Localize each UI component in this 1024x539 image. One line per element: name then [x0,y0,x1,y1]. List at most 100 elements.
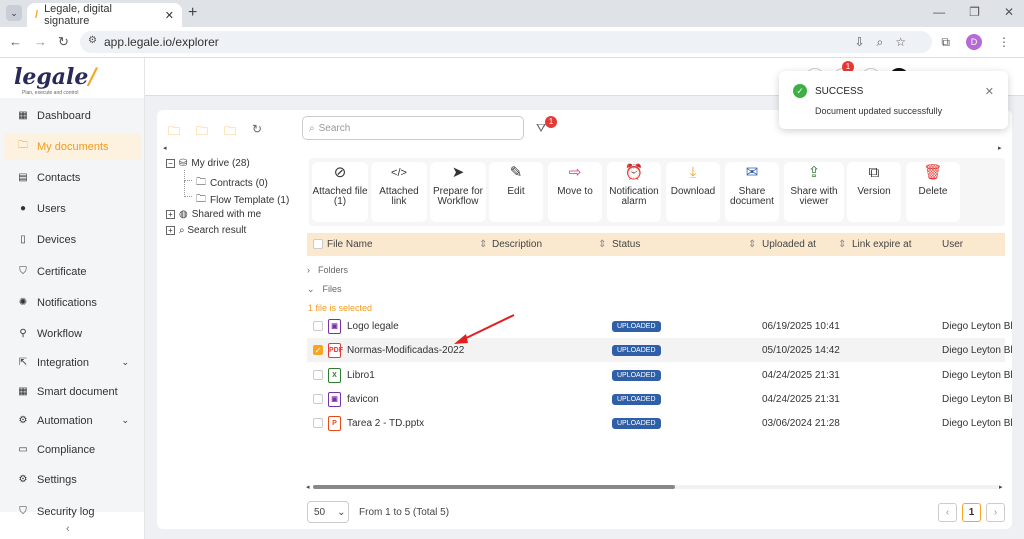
sidebar-item-security-log[interactable]: ⛉ Security log [4,498,141,525]
share-with-viewer-button[interactable]: ⇪ Share with viewer [784,162,844,222]
extensions-icon[interactable]: ⧉ [941,35,950,50]
collapse-sidebar-icon[interactable]: ‹ [66,523,70,535]
folders-group[interactable]: › Folders [307,265,348,275]
row-checkbox[interactable] [313,321,323,331]
scroll-right-icon[interactable]: ▸ [998,144,1002,152]
tab-search-icon[interactable]: ⌄ [6,5,22,21]
file-name[interactable]: Tarea 2 - TD.pptx [347,418,424,429]
scroll-left-icon[interactable]: ◂ [306,483,310,491]
table-row[interactable]: ▣ favicon UPLOADED 04/24/2025 21:31 Diego Le… [307,387,1013,411]
chevron-right-icon: › [307,265,310,275]
settings-icon: ⚙ [18,474,28,485]
tree-contracts[interactable]: 🗀 Contracts (0) [196,175,268,192]
sidebar-item-certificate[interactable]: ⛉ Certificate [4,258,141,285]
upload-folder-icon[interactable]: 🗀 [196,122,208,143]
download-button[interactable]: ⤓ Download [666,162,720,222]
edit-icon: ✎ [509,164,523,181]
attached-file-1-button[interactable]: ⊘ Attached file (1) [312,162,368,222]
page-size-select[interactable]: 50 ⌄ [307,501,349,523]
sidebar-item-users[interactable]: ● Users [4,195,141,222]
tree-search-result[interactable]: + ⌕ Search result [166,225,246,236]
scroll-left-icon[interactable]: ◂ [163,144,167,152]
sidebar-item-contacts[interactable]: ▤ Contacts [4,164,141,191]
uploaded-at: 04/24/2025 21:31 [762,369,840,381]
table-row[interactable]: ✓ PDF Normas-Modificadas-2022 UPLOADED 05/10… [307,338,1013,362]
table-row[interactable]: P Tarea 2 - TD.pptx UPLOADED 03/06/2024 21:… [307,411,1013,435]
file-name[interactable]: favicon [347,394,379,405]
edit-button[interactable]: ✎ Edit [489,162,543,222]
sidebar-item-notifications[interactable]: ✺ Notifications [4,289,141,316]
row-checkbox[interactable]: ✓ [313,345,323,355]
uploaded-at: 03/06/2024 21:28 [762,417,840,429]
restore-icon[interactable]: ❐ [969,5,980,19]
sidebar-item-my-documents[interactable]: 🗀 My documents [4,133,141,160]
prev-page-button[interactable]: ‹ [938,503,957,522]
profile-avatar[interactable]: D [966,34,982,50]
sidebar-item-settings[interactable]: ⚙ Settings [4,466,141,493]
file-name[interactable]: Libro1 [347,370,375,381]
col-link-expire[interactable]: Link expire at [852,239,911,250]
legale-logo[interactable]: legale/ [14,64,96,90]
row-checkbox[interactable] [313,394,323,404]
close-toast-icon[interactable]: ✕ [985,85,994,98]
tree-shared-with-me[interactable]: + ◍ Shared with me [166,209,261,220]
next-page-button[interactable]: › [986,503,1005,522]
sidebar-item-smart-document[interactable]: ▦ Smart document [4,378,141,405]
files-group[interactable]: ⌄ Files [307,284,342,295]
minimize-icon[interactable]: — [933,5,945,19]
horizontal-scrollbar-thumb[interactable] [313,485,675,489]
select-all-checkbox[interactable] [313,239,323,249]
back-icon[interactable]: ← [9,34,22,49]
sidebar-item-devices[interactable]: ▯ Devices [4,226,141,253]
row-checkbox[interactable] [313,418,323,428]
folder-icon[interactable]: 🗀 [224,122,236,143]
sidebar-item-integration[interactable]: ⇱ Integration ⌄ [4,349,141,376]
share-document-button[interactable]: ✉ Share document [725,162,779,222]
prepare-for-workflow-button[interactable]: ➤ Prepare for Workflow [430,162,486,222]
new-folder-icon[interactable]: 🗀 [168,122,180,143]
forward-icon[interactable]: → [34,34,47,49]
browser-menu-icon[interactable]: ⋮ [998,35,1010,49]
row-checkbox[interactable] [313,370,323,380]
install-app-icon[interactable]: ⇩ [854,35,864,50]
url-bar[interactable]: app.legale.io/explorer [80,31,932,53]
table-row[interactable]: ▣ Logo legale UPLOADED 06/19/2025 10:41 Dieg… [307,314,1013,338]
file-name[interactable]: Normas-Modificadas-2022 [347,345,464,356]
tree-flow-template[interactable]: 🗀 Flow Template (1) [196,192,289,209]
sidebar-item-dashboard[interactable]: ▦ Dashboard [4,102,141,129]
browser-tab[interactable]: / Legale, digital signature ✕ [27,3,182,27]
col-description[interactable]: Description [492,239,542,250]
refresh-icon[interactable]: ↻ [252,122,262,143]
zoom-icon[interactable]: ⌕ [877,35,884,50]
col-status[interactable]: Status [612,239,640,250]
attached-link-button[interactable]: </> Attached link [371,162,427,222]
sidebar-item-automation[interactable]: ⚙ Automation ⌄ [4,407,141,434]
sidebar-item-compliance[interactable]: ▭ Compliance [4,436,141,463]
sort-icon[interactable]: ⇕ [748,239,756,250]
close-tab-icon[interactable]: ✕ [165,9,174,22]
col-uploaded-at[interactable]: Uploaded at [762,239,816,250]
close-window-icon[interactable]: ✕ [1004,5,1014,19]
scroll-right-icon[interactable]: ▸ [999,483,1003,491]
table-row[interactable]: X Libro1 UPLOADED 04/24/2025 21:31 Diego Ley… [307,363,1013,387]
file-name[interactable]: Logo legale [347,321,399,332]
version-button[interactable]: ⧉ Version [847,162,901,222]
delete-button[interactable]: 🗑 Delete [906,162,960,222]
sidebar-item-workflow[interactable]: ⚲ Workflow [4,320,141,347]
col-user[interactable]: User [942,239,963,250]
sort-icon[interactable]: ⇕ [838,239,846,250]
notification-alarm-button[interactable]: ⏰ Notification alarm [607,162,661,222]
sort-icon[interactable]: ⇕ [598,239,606,250]
sort-icon[interactable]: ⇕ [479,239,487,250]
new-tab-icon[interactable]: + [188,4,197,22]
reload-icon[interactable]: ↻ [58,34,69,50]
col-file-name[interactable]: File Name [327,239,373,250]
filter-icon[interactable]: ⛛ 1 [536,116,557,136]
bookmark-star-icon[interactable]: ☆ [895,35,906,50]
version-icon: ⧉ [868,164,880,181]
page-1-button[interactable]: 1 [962,503,981,522]
move-to-button[interactable]: ⇨ Move to [548,162,602,222]
site-info-icon[interactable]: ⚙ [88,35,97,46]
search-input[interactable]: ⌕ Search [302,116,524,140]
tree-my-drive[interactable]: − ⛁ My drive (28) [166,158,250,169]
